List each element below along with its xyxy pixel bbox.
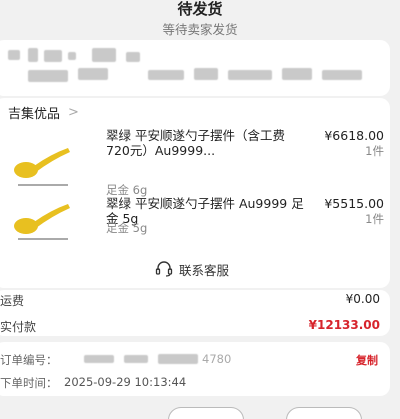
- action-button[interactable]: [286, 407, 362, 419]
- order-number-tail: 4780: [202, 352, 232, 366]
- order-time-value: 2025-09-29 10:13:44: [64, 375, 187, 389]
- order-info-card: 订单编号： 4780 复制 下单时间： 2025-09-29 10:13:44: [0, 342, 390, 396]
- headset-icon: [155, 261, 173, 277]
- order-number-blurred: [124, 355, 148, 363]
- order-time-row: 下单时间： 2025-09-29 10:13:44: [0, 375, 390, 391]
- order-status-title: 待发货: [177, 0, 223, 18]
- action-button[interactable]: [168, 407, 244, 419]
- status-header: 待发货 等待卖家发货: [0, 0, 400, 44]
- order-item[interactable]: 翠绿 平安顺遂勺子摆件（含工费720元）Au9999... 足金 6g ¥661…: [0, 128, 390, 198]
- contact-service-label: 联系客服: [178, 262, 229, 278]
- contact-service-button[interactable]: 联系客服: [0, 258, 390, 280]
- shipping-fee-label: 运费: [0, 294, 25, 308]
- gold-spoon-icon: [14, 148, 70, 186]
- item-quantity: 1件: [365, 212, 384, 226]
- shipping-fee-row: 运费 ¥0.00: [0, 292, 390, 308]
- order-time-label: 下单时间：: [0, 376, 58, 390]
- amount-paid-row: 实付款 ¥12133.00: [0, 318, 390, 334]
- copy-button[interactable]: 复制: [356, 352, 378, 368]
- item-price: ¥6618.00: [324, 128, 384, 143]
- amount-paid-value: ¥12133.00: [308, 318, 380, 332]
- order-item[interactable]: 翠绿 平安顺遂勺子摆件 Au9999 足金 5g 足金 5g ¥5515.00 …: [0, 196, 390, 252]
- amount-paid-label: 实付款: [0, 320, 37, 334]
- order-number-blurred: [158, 354, 198, 364]
- order-number-label: 订单编号：: [0, 353, 58, 367]
- shipping-address-card[interactable]: [0, 40, 390, 96]
- shop-name: 吉集优品: [8, 106, 61, 122]
- item-spec: 足金 5g: [106, 221, 148, 235]
- order-items-card: 吉集优品 > 翠绿 平安顺遂勺子摆件（含工费720元）Au9999... 足金 …: [0, 98, 390, 288]
- order-number-blurred: [84, 355, 114, 363]
- shop-header[interactable]: 吉集优品 >: [0, 102, 79, 122]
- order-number-row: 订单编号： 4780 复制: [0, 352, 390, 368]
- address-blurred: [8, 48, 380, 86]
- item-quantity: 1件: [365, 144, 384, 158]
- chevron-right-icon: >: [68, 104, 79, 120]
- payment-summary-card: 运费 ¥0.00 实付款 ¥12133.00: [0, 290, 390, 336]
- order-status-subtitle: 等待卖家发货: [162, 22, 238, 37]
- item-price: ¥5515.00: [324, 196, 384, 211]
- shipping-fee-value: ¥0.00: [345, 292, 380, 306]
- item-title: 翠绿 平安顺遂勺子摆件（含工费720元）Au9999...: [106, 128, 285, 158]
- gold-spoon-icon: [14, 204, 70, 240]
